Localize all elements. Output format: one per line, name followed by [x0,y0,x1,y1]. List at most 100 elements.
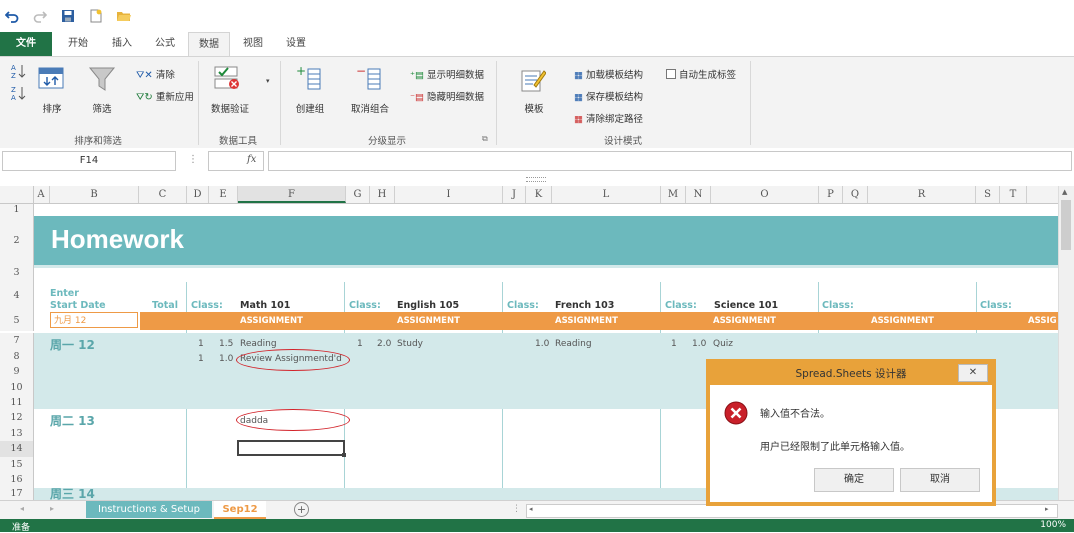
splitter-icon[interactable]: ⋮ [512,504,521,514]
reapply-filter-button[interactable]: ⛛↻ 重新应用 [136,89,194,103]
row-header[interactable]: 10 [0,380,34,395]
tab-settings[interactable]: 设置 [278,32,314,56]
load-template-button[interactable]: ▦ 加载模板结构 [574,67,643,81]
undo-icon[interactable] [4,8,20,24]
start-date-cell[interactable]: 九月 12 [50,312,138,328]
row-header[interactable]: 2 [0,216,34,265]
column-header[interactable]: D [187,186,209,203]
hide-detail-button[interactable]: ⁻▤ 隐藏明细数据 [410,89,484,103]
filter-button[interactable]: 筛选 [86,101,118,115]
resize-handle[interactable] [526,177,546,182]
tab-data[interactable]: 数据 [188,32,230,57]
data-validation-button[interactable]: 数据验证 [202,101,258,115]
row-header[interactable]: 15 [0,457,34,472]
row-header[interactable]: 3 [0,265,34,281]
save-template-button[interactable]: ▦ 保存模板结构 [574,89,643,103]
column-header[interactable]: P [819,186,843,203]
task-name[interactable]: Reading [555,339,592,349]
filter-icon[interactable] [88,65,116,96]
tab-formulas[interactable]: 公式 [146,32,184,56]
column-header[interactable]: I [395,186,503,203]
scroll-left-icon[interactable]: ◂ [529,505,533,513]
dialog-launcher-icon[interactable]: ⧉ [482,134,488,144]
name-box[interactable]: F14 [2,151,176,171]
row-header[interactable]: 1 [0,204,34,216]
row-header[interactable]: 13 [0,426,34,441]
redo-icon[interactable] [32,8,48,24]
column-header[interactable]: C [139,186,187,203]
column-header[interactable]: L [552,186,661,203]
row-header[interactable]: 4 [0,281,34,311]
ungroup-button[interactable]: 取消组合 [346,101,394,115]
data-validation-icon[interactable] [214,65,242,94]
row-header[interactable]: 8 [0,349,34,364]
formula-input[interactable] [268,151,1072,171]
auto-label-checkbox[interactable]: 自动生成标签 [666,67,736,81]
cancel-button[interactable]: 取消 [900,468,980,492]
row-header[interactable]: 5 [0,311,34,331]
row-header[interactable]: 12 [0,410,34,426]
sort-icon[interactable] [38,65,64,94]
horizontal-scrollbar[interactable]: ◂ ▸ [526,504,1058,518]
zoom-level[interactable]: 100% [1040,520,1066,530]
add-sheet-icon[interactable]: + [294,502,309,517]
clear-binding-button[interactable]: ▦ 清除绑定路径 [574,111,643,125]
column-header[interactable]: H [370,186,395,203]
tab-home[interactable]: 开始 [60,32,96,56]
task-name[interactable]: Study [397,339,423,349]
column-header[interactable]: B [50,186,139,203]
column-header[interactable]: G [346,186,370,203]
template-icon[interactable] [520,67,547,96]
select-all-corner[interactable] [0,186,34,203]
column-header-selected[interactable]: F [238,186,346,203]
tab-file[interactable]: 文件 [0,32,52,56]
next-sheet-icon[interactable]: ▸ [50,504,54,513]
fill-handle[interactable] [342,453,346,457]
clear-filter-button[interactable]: ⛛✕ 清除 [136,67,175,81]
column-header[interactable]: E [209,186,238,203]
sort-desc-icon[interactable]: ZA [10,85,26,104]
column-header[interactable]: A [33,186,50,203]
row-header[interactable]: 17 [0,488,34,500]
column-header[interactable]: O [711,186,819,203]
sort-button[interactable]: 排序 [36,101,68,115]
prev-sheet-icon[interactable]: ◂ [20,504,24,513]
save-icon[interactable] [60,8,76,24]
column-header[interactable]: N [686,186,711,203]
row-header[interactable]: 11 [0,395,34,410]
create-group-icon[interactable]: + [296,64,322,94]
row-header[interactable]: 7 [0,333,34,349]
sort-asc-icon[interactable]: AZ [10,63,26,82]
show-detail-button[interactable]: ⁺▤ 显示明细数据 [410,67,484,81]
sheet-tab[interactable]: Instructions & Setup [86,501,212,518]
row-header-selected[interactable]: 14 [0,441,34,457]
sheet-tab-active[interactable]: Sep12 [214,501,266,519]
scroll-right-icon[interactable]: ▸ [1045,505,1049,513]
template-button[interactable]: 模板 [514,101,554,115]
scroll-up-icon[interactable]: ▲ [1062,188,1067,196]
new-icon[interactable] [88,8,104,24]
ungroup-icon[interactable]: − [356,64,382,94]
tab-insert[interactable]: 插入 [104,32,140,56]
open-icon[interactable] [116,8,132,24]
selected-cell[interactable] [237,440,345,456]
column-header[interactable]: R [868,186,976,203]
column-header[interactable]: S [976,186,1000,203]
column-header[interactable]: Q [843,186,868,203]
task-name[interactable]: Reading [240,339,277,349]
fx-box[interactable]: fx [208,151,264,171]
tab-view[interactable]: 视图 [236,32,270,56]
chevron-down-icon[interactable]: ▾ [266,77,270,85]
ok-button[interactable]: 确定 [814,468,894,492]
create-group-button[interactable]: 创建组 [290,101,330,115]
row-header[interactable]: 16 [0,472,34,488]
row-header[interactable]: 9 [0,364,34,380]
column-header[interactable]: J [503,186,526,203]
task-name[interactable]: Quiz [713,339,733,349]
column-header[interactable]: M [661,186,686,203]
close-icon[interactable]: ✕ [958,364,988,382]
column-header[interactable]: K [526,186,552,203]
column-header[interactable]: T [1000,186,1027,203]
vertical-scrollbar[interactable]: ▲ [1058,186,1074,500]
scroll-thumb[interactable] [1061,200,1071,250]
